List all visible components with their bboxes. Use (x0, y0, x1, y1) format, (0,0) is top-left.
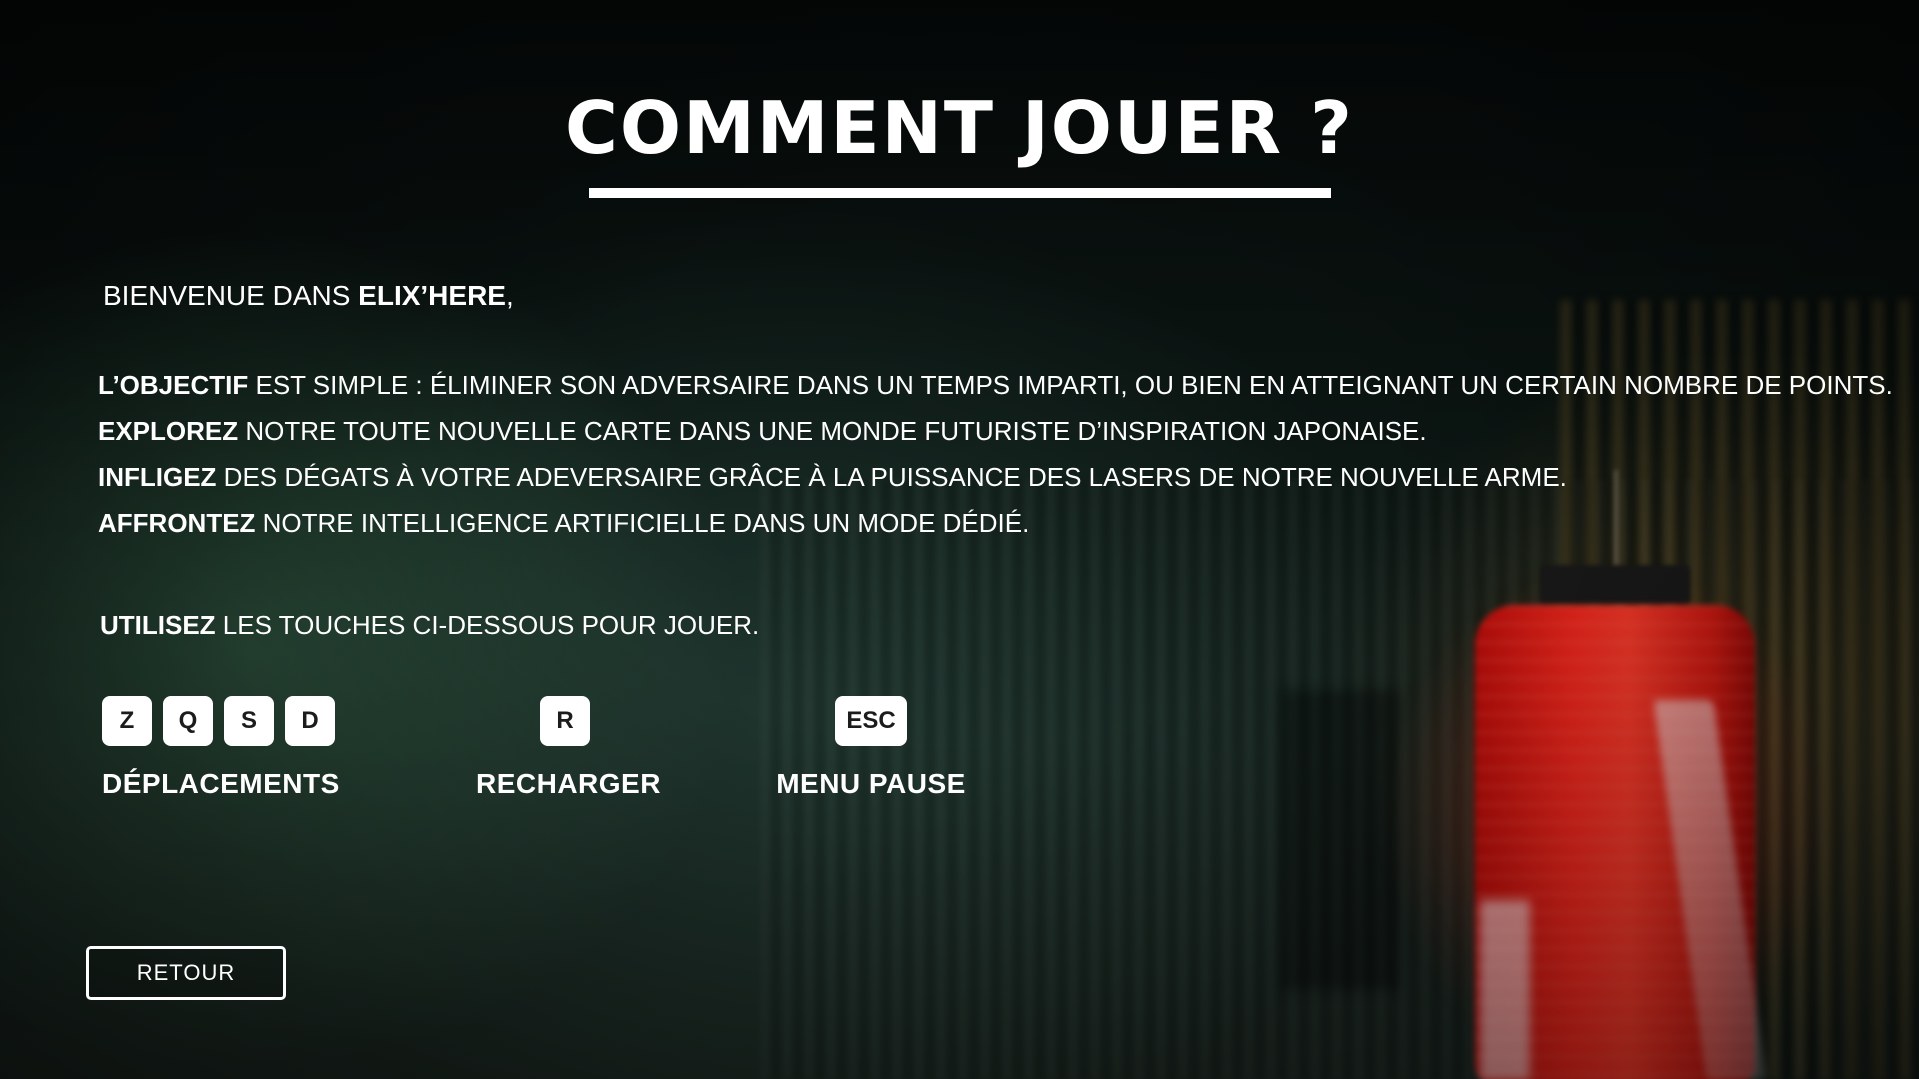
move-label: DÉPLACEMENTS (102, 768, 340, 799)
control-group-move: Z Q S D DÉPLACEMENTS (102, 696, 340, 800)
objective-text: NOTRE TOUTE NOUVELLE CARTE DANS UNE MOND… (238, 416, 1427, 446)
objective-line: INFLIGEZ DES DÉGATS À VOTRE ADEVERSAIRE … (98, 454, 1893, 500)
back-button-label: RETOUR (136, 960, 236, 985)
pause-label: MENU PAUSE (776, 768, 966, 799)
objectives-list: L’OBJECTIF EST SIMPLE : ÉLIMINER SON ADV… (98, 362, 1893, 546)
objective-text: DES DÉGATS À VOTRE ADEVERSAIRE GRÂCE À L… (216, 462, 1567, 492)
objective-line: L’OBJECTIF EST SIMPLE : ÉLIMINER SON ADV… (98, 362, 1893, 408)
page-title: COMMENT JOUER ? (565, 86, 1354, 170)
objective-keyword: INFLIGEZ (98, 462, 217, 492)
objective-line: EXPLOREZ NOTRE TOUTE NOUVELLE CARTE DANS… (98, 408, 1893, 454)
objective-keyword: EXPLOREZ (98, 416, 239, 446)
objective-keyword: L’OBJECTIF (98, 370, 249, 400)
pause-keys: ESC (774, 696, 968, 746)
key-d: D (285, 696, 335, 746)
key-esc: ESC (835, 696, 907, 746)
control-group-pause: ESC MENU PAUSE (774, 696, 968, 800)
welcome-text: BIENVENUE DANS ELIX’HERE, (103, 280, 514, 312)
reload-label: RECHARGER (476, 768, 661, 799)
reload-keys: R (476, 696, 654, 746)
objective-text: EST SIMPLE : ÉLIMINER SON ADVERSAIRE DAN… (248, 370, 1893, 400)
move-keys: Z Q S D (102, 696, 340, 746)
objective-keyword: AFFRONTEZ (98, 508, 256, 538)
controls-keyword: UTILISEZ (100, 610, 216, 640)
controls-text: LES TOUCHES CI-DESSOUS POUR JOUER. (215, 610, 760, 640)
objective-text: NOTRE INTELLIGENCE ARTIFICIELLE DANS UN … (255, 508, 1030, 538)
key-q: Q (163, 696, 213, 746)
how-to-play-screen: COMMENT JOUER ? BIENVENUE DANS ELIX’HERE… (0, 0, 1919, 1079)
key-s: S (224, 696, 274, 746)
back-button[interactable]: RETOUR (86, 946, 286, 1000)
title-underline (589, 188, 1331, 198)
objective-line: AFFRONTEZ NOTRE INTELLIGENCE ARTIFICIELL… (98, 500, 1893, 546)
controls-intro: UTILISEZ LES TOUCHES CI-DESSOUS POUR JOU… (100, 610, 759, 641)
key-r: R (540, 696, 590, 746)
key-z: Z (102, 696, 152, 746)
game-name: ELIX’HERE (358, 280, 506, 311)
welcome-prefix: BIENVENUE DANS (103, 280, 359, 311)
welcome-suffix: , (505, 280, 514, 311)
control-group-reload: R RECHARGER (476, 696, 661, 800)
